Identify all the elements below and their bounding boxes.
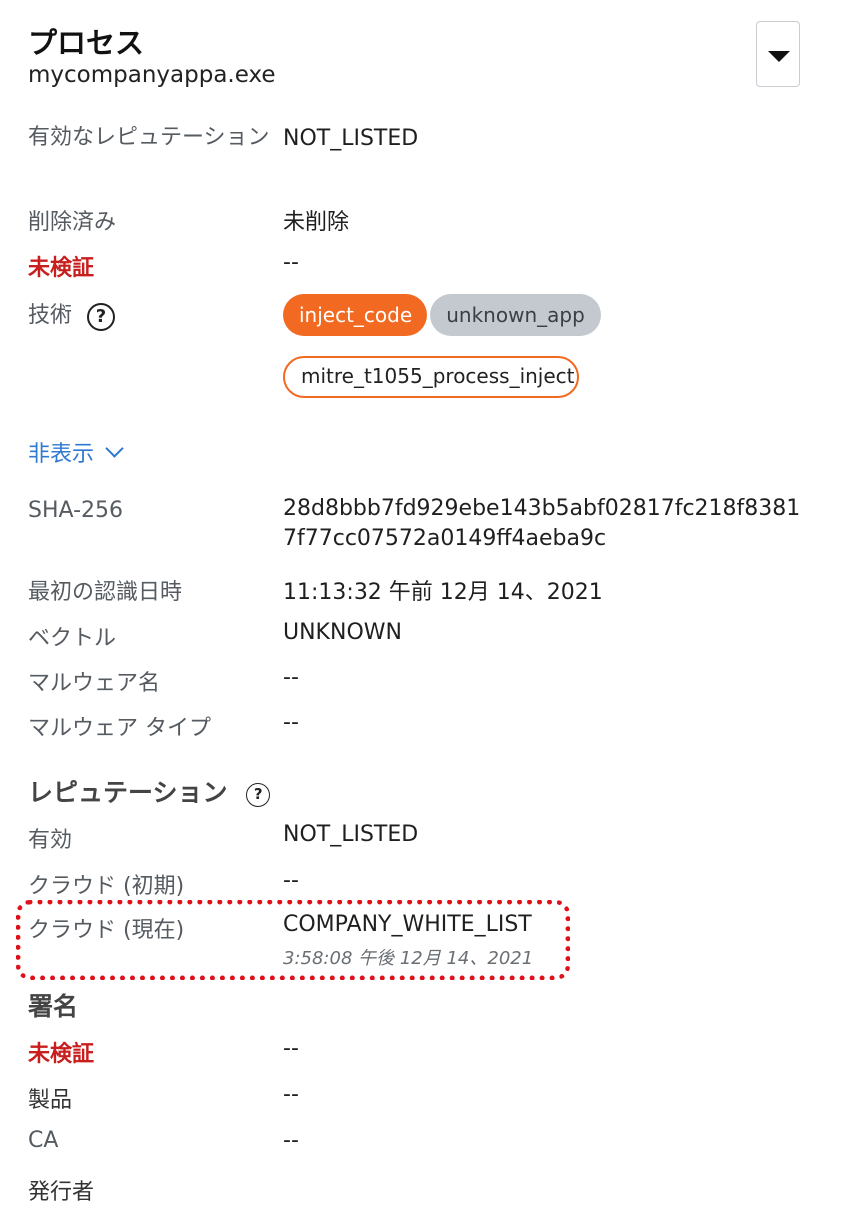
reputation-section-title: レピュテーション ? [28, 773, 271, 809]
help-icon[interactable]: ? [246, 783, 271, 807]
malware-name-value: -- [283, 665, 299, 690]
issuer-label: 発行者 [28, 1180, 95, 1205]
tag-unknown-app[interactable]: unknown_app [430, 294, 601, 336]
cloud-current-timestamp: 3:58:08 午後 12月 14、2021 [283, 948, 534, 969]
process-name: mycompanyappa.exe [28, 62, 276, 88]
product-value: -- [283, 1082, 299, 1107]
dropdown-button[interactable] [756, 21, 800, 87]
sha256-label: SHA-256 [28, 498, 124, 523]
reputation-effective-label: 有効 [28, 828, 73, 853]
signature-unverified-value: -- [283, 1036, 299, 1061]
reputation-effective-value: NOT_LISTED [283, 822, 419, 847]
tag-mitre-process-inject[interactable]: mitre_t1055_process_inject [283, 356, 579, 398]
chevron-down-icon [105, 439, 124, 458]
caret-down-icon [768, 51, 790, 62]
cloud-current-label: クラウド (現在) [28, 918, 185, 943]
hide-details-label: 非表示 [28, 442, 95, 467]
signature-unverified-label: 未検証 [28, 1042, 95, 1067]
ca-label: CA [28, 1128, 59, 1153]
malware-type-value: -- [283, 710, 299, 735]
first-seen-label: 最初の認識日時 [28, 580, 183, 605]
malware-name-label: マルウェア名 [28, 671, 161, 696]
deleted-label: 削除済み [28, 210, 117, 235]
technique-label: 技術 ? [28, 297, 116, 331]
ca-value: -- [283, 1128, 299, 1153]
cloud-current-value: COMPANY_WHITE_LIST [283, 912, 532, 937]
vector-label: ベクトル [28, 626, 117, 651]
vector-value: UNKNOWN [283, 620, 402, 645]
reputation-title-text: レピュテーション [28, 778, 228, 807]
hide-details-toggle[interactable]: 非表示 [28, 436, 124, 468]
first-seen-value: 11:13:32 午前 12月 14、2021 [283, 580, 603, 605]
unverified-value: -- [283, 250, 299, 275]
tag-inject-code[interactable]: inject_code [283, 294, 427, 336]
panel-title: プロセス [28, 26, 145, 60]
effective-reputation-label: 有効なレピュテーション [28, 125, 270, 150]
unverified-label: 未検証 [28, 256, 95, 281]
technique-label-text: 技術 [28, 303, 73, 328]
deleted-value: 未削除 [283, 210, 350, 235]
cloud-initial-value: -- [283, 868, 299, 893]
malware-type-label: マルウェア タイプ [28, 716, 211, 741]
product-label: 製品 [28, 1088, 73, 1113]
help-icon[interactable]: ? [87, 303, 116, 331]
effective-reputation-value: NOT_LISTED [283, 126, 419, 151]
sha256-value: 28d8bbb7fd929ebe143b5abf02817fc218f83817… [283, 496, 801, 551]
cloud-initial-label: クラウド (初期) [28, 874, 185, 899]
signature-section-title: 署名 [28, 992, 79, 1021]
